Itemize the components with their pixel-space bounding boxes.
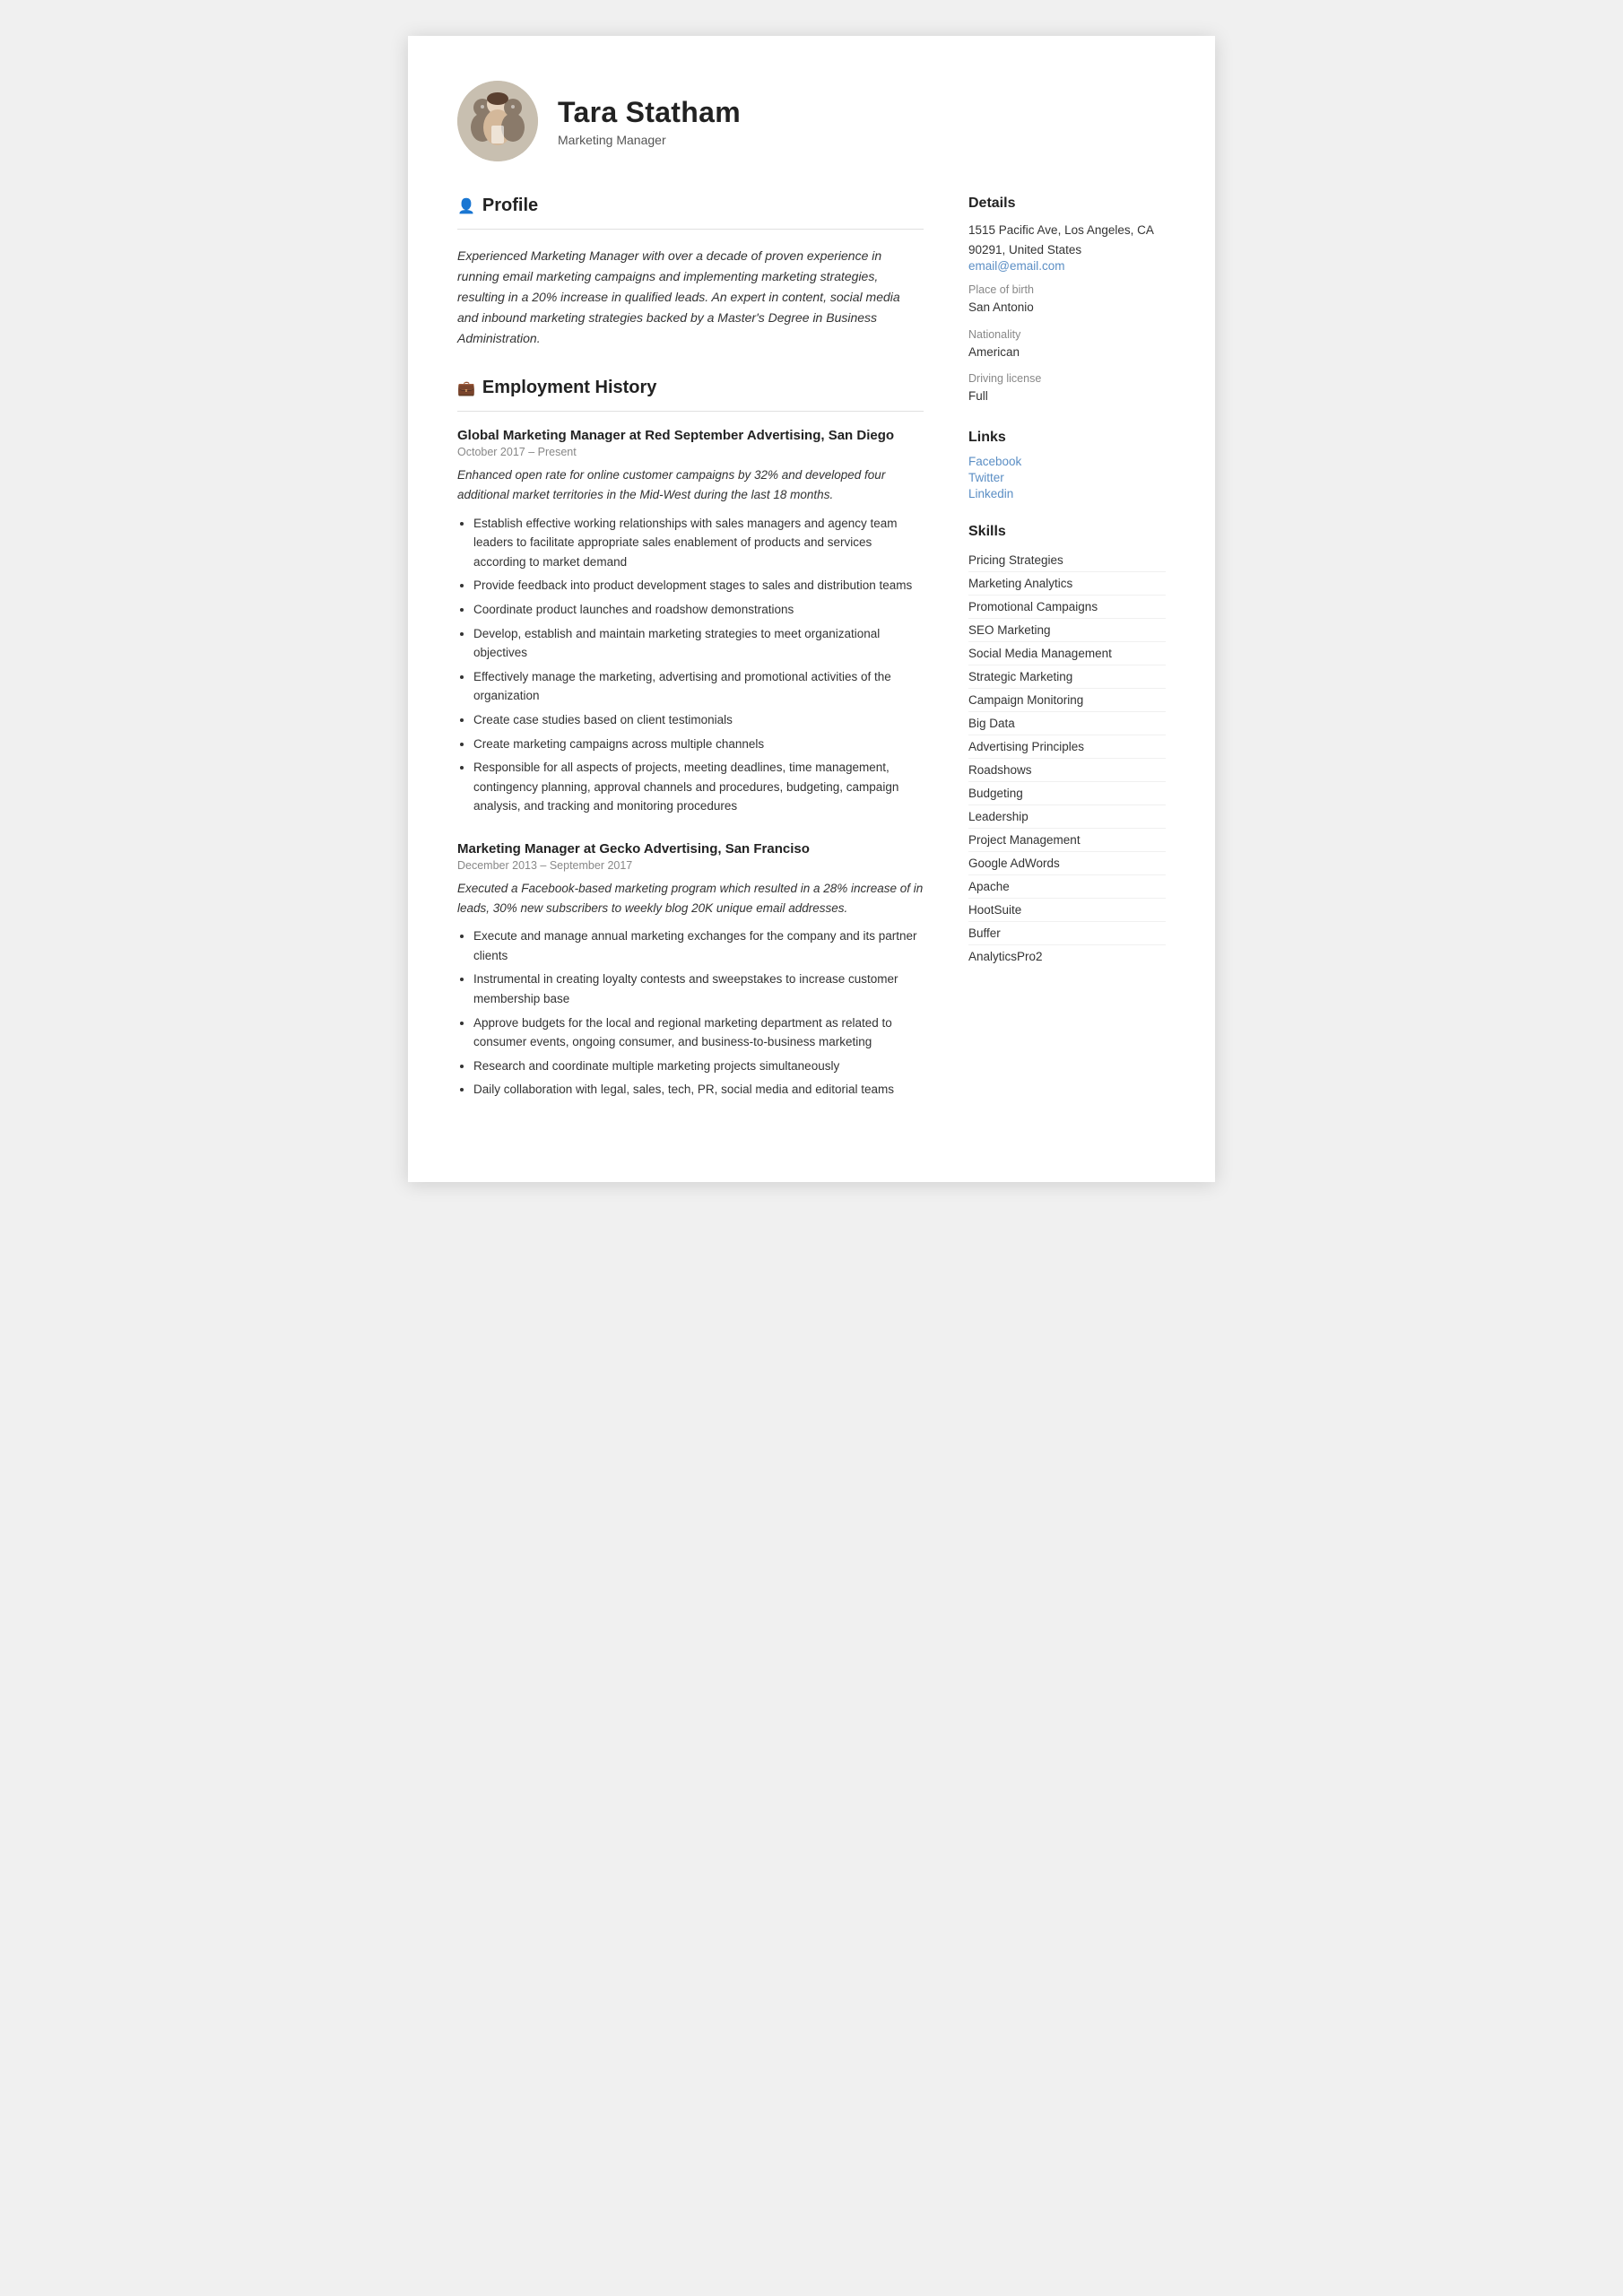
skill-item: Advertising Principles bbox=[968, 735, 1166, 759]
skill-item: Google AdWords bbox=[968, 852, 1166, 875]
nationality-value: American bbox=[968, 343, 1166, 362]
skill-item: Social Media Management bbox=[968, 642, 1166, 665]
link-linkedin[interactable]: Linkedin bbox=[968, 487, 1166, 500]
profile-text: Experienced Marketing Manager with over … bbox=[457, 246, 924, 349]
header-text: Tara Statham Marketing Manager bbox=[558, 96, 741, 147]
job-2: Marketing Manager at Gecko Advertising, … bbox=[457, 841, 924, 1100]
skills-title: Skills bbox=[968, 524, 1166, 540]
skill-item: Roadshows bbox=[968, 759, 1166, 782]
details-address: 1515 Pacific Ave, Los Angeles, CA 90291,… bbox=[968, 221, 1166, 259]
profile-section: 👤 Profile Experienced Marketing Manager … bbox=[457, 196, 924, 349]
details-title: Details bbox=[968, 196, 1166, 212]
list-item: Approve budgets for the local and region… bbox=[473, 1013, 924, 1052]
driving-license-value: Full bbox=[968, 387, 1166, 406]
skill-item: SEO Marketing bbox=[968, 619, 1166, 642]
skill-item: Project Management bbox=[968, 829, 1166, 852]
job-2-summary: Executed a Facebook-based marketing prog… bbox=[457, 879, 924, 918]
link-facebook[interactable]: Facebook bbox=[968, 455, 1166, 468]
skill-item: Promotional Campaigns bbox=[968, 596, 1166, 619]
list-item: Daily collaboration with legal, sales, t… bbox=[473, 1080, 924, 1100]
employment-icon: 💼 bbox=[457, 379, 475, 397]
list-item: Create case studies based on client test… bbox=[473, 710, 924, 730]
profile-divider bbox=[457, 229, 924, 230]
details-email[interactable]: email@email.com bbox=[968, 259, 1166, 273]
skill-item: Strategic Marketing bbox=[968, 665, 1166, 689]
nationality-label: Nationality bbox=[968, 328, 1166, 341]
job-1-dates: October 2017 – Present bbox=[457, 446, 924, 458]
skill-item: Budgeting bbox=[968, 782, 1166, 805]
list-item: Research and coordinate multiple marketi… bbox=[473, 1057, 924, 1076]
resume-container: Tara Statham Marketing Manager 👤 Profile… bbox=[408, 36, 1215, 1182]
skill-item: Pricing Strategies bbox=[968, 549, 1166, 572]
skill-item: Campaign Monitoring bbox=[968, 689, 1166, 712]
job-2-bullets: Execute and manage annual marketing exch… bbox=[457, 926, 924, 1100]
skill-item: Buffer bbox=[968, 922, 1166, 945]
list-item: Responsible for all aspects of projects,… bbox=[473, 758, 924, 816]
employment-divider bbox=[457, 411, 924, 412]
driving-license-label: Driving license bbox=[968, 372, 1166, 385]
profile-icon: 👤 bbox=[457, 197, 475, 215]
list-item: Provide feedback into product developmen… bbox=[473, 576, 924, 596]
job-1: Global Marketing Manager at Red Septembe… bbox=[457, 428, 924, 816]
profile-section-title: 👤 Profile bbox=[457, 196, 924, 216]
links-section: Links Facebook Twitter Linkedin bbox=[968, 430, 1166, 500]
place-of-birth-value: San Antonio bbox=[968, 298, 1166, 317]
skills-section: Skills Pricing Strategies Marketing Anal… bbox=[968, 524, 1166, 968]
main-column: 👤 Profile Experienced Marketing Manager … bbox=[457, 196, 924, 1128]
skill-item: AnalyticsPro2 bbox=[968, 945, 1166, 968]
candidate-title: Marketing Manager bbox=[558, 133, 741, 147]
job-1-title: Global Marketing Manager at Red Septembe… bbox=[457, 428, 924, 443]
list-item: Coordinate product launches and roadshow… bbox=[473, 600, 924, 620]
link-twitter[interactable]: Twitter bbox=[968, 471, 1166, 484]
place-of-birth-label: Place of birth bbox=[968, 283, 1166, 296]
list-item: Execute and manage annual marketing exch… bbox=[473, 926, 924, 965]
list-item: Develop, establish and maintain marketin… bbox=[473, 624, 924, 663]
sidebar-column: Details 1515 Pacific Ave, Los Angeles, C… bbox=[968, 196, 1166, 1128]
job-2-title: Marketing Manager at Gecko Advertising, … bbox=[457, 841, 924, 857]
skill-item: Leadership bbox=[968, 805, 1166, 829]
list-item: Instrumental in creating loyalty contest… bbox=[473, 970, 924, 1008]
skill-item: Big Data bbox=[968, 712, 1166, 735]
job-1-bullets: Establish effective working relationship… bbox=[457, 514, 924, 816]
details-section: Details 1515 Pacific Ave, Los Angeles, C… bbox=[968, 196, 1166, 406]
job-2-dates: December 2013 – September 2017 bbox=[457, 859, 924, 872]
resume-body: 👤 Profile Experienced Marketing Manager … bbox=[457, 196, 1166, 1128]
employment-section-title: 💼 Employment History bbox=[457, 378, 924, 398]
skill-item: HootSuite bbox=[968, 899, 1166, 922]
skill-item: Apache bbox=[968, 875, 1166, 899]
list-item: Create marketing campaigns across multip… bbox=[473, 735, 924, 754]
avatar bbox=[457, 81, 538, 161]
candidate-name: Tara Statham bbox=[558, 96, 741, 129]
job-1-summary: Enhanced open rate for online customer c… bbox=[457, 465, 924, 504]
resume-header: Tara Statham Marketing Manager bbox=[457, 81, 1166, 161]
list-item: Effectively manage the marketing, advert… bbox=[473, 667, 924, 706]
links-title: Links bbox=[968, 430, 1166, 446]
list-item: Establish effective working relationship… bbox=[473, 514, 924, 572]
employment-section: 💼 Employment History Global Marketing Ma… bbox=[457, 378, 924, 1099]
skill-item: Marketing Analytics bbox=[968, 572, 1166, 596]
